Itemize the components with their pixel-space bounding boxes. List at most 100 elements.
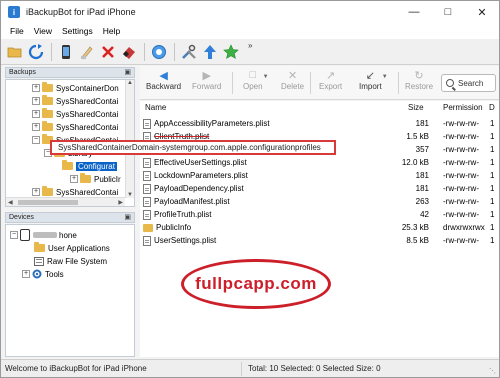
device-node[interactable]: − hone xyxy=(10,228,77,242)
highlighted-path-annotation: SysSharedContainerDomain-systemgroup.com… xyxy=(50,140,336,155)
vertical-scrollbar[interactable]: ▲ ▼ xyxy=(125,80,134,198)
device-item-label: Tools xyxy=(45,269,64,279)
search-icon xyxy=(446,79,454,87)
scroll-right-icon[interactable]: ▶ xyxy=(118,199,123,206)
column-size[interactable]: Size xyxy=(408,103,424,112)
folder-icon xyxy=(42,186,53,196)
file-icon xyxy=(143,196,151,207)
import-button[interactable]: ↙ Import ▼ xyxy=(359,68,388,98)
expand-icon[interactable]: + xyxy=(32,84,40,92)
collapse-icon[interactable]: − xyxy=(10,231,18,239)
pin-icon[interactable]: ▣ xyxy=(124,68,131,77)
table-row[interactable]: EffectiveUserSettings.plist 12.0 kB -rw-… xyxy=(140,156,499,169)
file-name: PayloadManifest.plist xyxy=(154,197,230,206)
table-row[interactable]: PayloadManifest.plist 263 -rw-rw-rw- 1 xyxy=(140,195,499,208)
delete-icon[interactable] xyxy=(98,42,118,62)
tree-node[interactable]: + SysSharedContai xyxy=(32,121,118,133)
pin-icon[interactable]: ▣ xyxy=(124,213,131,222)
maximize-icon[interactable]: □ xyxy=(431,1,465,23)
folder-icon xyxy=(42,82,53,92)
expand-icon[interactable]: + xyxy=(32,188,40,196)
tree-node[interactable]: + SysSharedContai xyxy=(32,95,118,107)
file-icon xyxy=(143,209,151,220)
column-permission[interactable]: Permission xyxy=(443,103,483,112)
device-item-raw-file-system[interactable]: Raw File System xyxy=(34,255,107,267)
permission-cell: -rw-rw-rw- xyxy=(443,132,479,141)
tools-icon[interactable] xyxy=(179,42,199,62)
menu-view[interactable]: View xyxy=(29,26,57,36)
name-cell: LockdownParameters.plist xyxy=(143,169,248,182)
table-row[interactable]: PayloadDependency.plist 181 -rw-rw-rw- 1 xyxy=(140,182,499,195)
scroll-down-icon[interactable]: ▼ xyxy=(127,192,133,198)
search-input[interactable]: Search xyxy=(458,79,483,88)
toolbar-separator xyxy=(51,42,52,61)
window-controls: — □ ✕ xyxy=(397,1,499,23)
column-name[interactable]: Name xyxy=(145,103,166,112)
delete-button[interactable]: ✕ Delete xyxy=(281,68,304,98)
table-row[interactable]: AppAccessibilityParameters.plist 181 -rw… xyxy=(140,117,499,130)
tree-node[interactable]: + SysSharedContai xyxy=(32,108,118,120)
expand-icon[interactable]: + xyxy=(22,270,30,278)
toolbar-separator xyxy=(310,72,311,94)
toolbar-overflow[interactable]: » xyxy=(248,41,252,50)
device-item-user-applications[interactable]: User Applications xyxy=(34,242,110,254)
devices-tree[interactable]: − hone User Applications Raw File System… xyxy=(5,224,135,357)
table-row[interactable]: LockdownParameters.plist 181 -rw-rw-rw- … xyxy=(140,169,499,182)
close-icon[interactable]: ✕ xyxy=(465,1,499,23)
scrollbar-thumb[interactable] xyxy=(18,200,78,205)
resize-grip-icon[interactable]: ⋱ xyxy=(489,367,496,375)
restore-button[interactable]: ↻ Restore xyxy=(405,68,433,98)
expand-icon[interactable]: + xyxy=(32,110,40,118)
scroll-up-icon[interactable]: ▲ xyxy=(127,80,133,86)
size-cell: 25.3 kB xyxy=(401,223,429,232)
minimize-icon[interactable]: — xyxy=(397,1,431,23)
tree-node-selected[interactable]: Configurat xyxy=(62,160,117,172)
menu-settings[interactable]: Settings xyxy=(57,26,98,36)
table-row[interactable]: ProfileTruth.plist 42 -rw-rw-rw- 1 xyxy=(140,208,499,221)
tree-node[interactable]: + PublicIr xyxy=(70,173,121,185)
expand-icon[interactable]: + xyxy=(70,175,78,183)
forward-label: Forward xyxy=(192,82,222,91)
file-icon xyxy=(143,118,151,129)
d-cell: 1 xyxy=(490,184,495,193)
expand-icon[interactable]: + xyxy=(32,123,40,131)
d-cell: 1 xyxy=(490,171,495,180)
clean-icon[interactable] xyxy=(77,42,97,62)
file-name: ProfileTruth.plist xyxy=(154,210,212,219)
file-name: PublicInfo xyxy=(156,223,192,232)
tree-node-label: SysSharedContai xyxy=(56,187,119,197)
table-row[interactable]: PublicInfo 25.3 kB drwxrwxrwx 1 xyxy=(140,221,499,234)
menu-file[interactable]: File xyxy=(5,26,29,36)
refresh-icon[interactable] xyxy=(26,42,46,62)
menu-help[interactable]: Help xyxy=(98,26,125,36)
file-system-icon xyxy=(34,256,44,266)
forward-button[interactable]: ▶ Forward xyxy=(192,68,221,98)
backward-button[interactable]: ◀ Backward xyxy=(146,68,181,98)
export-button[interactable]: ↗ Export xyxy=(319,68,342,98)
tree-node[interactable]: + SysContainerDon xyxy=(32,82,119,94)
open-button[interactable]: □ Open ▼ xyxy=(243,68,269,98)
table-row[interactable]: UserSettings.plist 8.5 kB -rw-rw-rw- 1 xyxy=(140,234,499,247)
file-name: LockdownParameters.plist xyxy=(154,171,248,180)
d-cell: 1 xyxy=(490,236,495,245)
chevron-down-icon[interactable]: ▼ xyxy=(263,74,269,80)
column-d[interactable]: D xyxy=(489,103,495,112)
info-icon[interactable] xyxy=(149,42,169,62)
d-cell: 1 xyxy=(490,197,495,206)
collapse-icon[interactable]: − xyxy=(32,136,40,144)
folder-open-icon[interactable] xyxy=(5,42,25,62)
device-icon[interactable] xyxy=(56,42,76,62)
star-icon[interactable] xyxy=(221,42,241,62)
device-name: hone xyxy=(59,230,77,240)
device-item-tools[interactable]: + Tools xyxy=(22,268,64,280)
chevron-down-icon[interactable]: ▼ xyxy=(382,74,388,80)
name-cell: PayloadManifest.plist xyxy=(143,195,230,208)
expand-icon[interactable]: + xyxy=(32,97,40,105)
folder-open-icon xyxy=(62,160,73,170)
scroll-left-icon[interactable]: ◀ xyxy=(8,199,13,206)
eraser-icon[interactable] xyxy=(119,42,139,62)
horizontal-scrollbar[interactable]: ◀ ▶ xyxy=(6,197,125,206)
upload-icon[interactable] xyxy=(200,42,220,62)
backups-panel-header: Backups ▣ xyxy=(5,67,135,78)
search-box[interactable]: Search xyxy=(441,74,496,92)
